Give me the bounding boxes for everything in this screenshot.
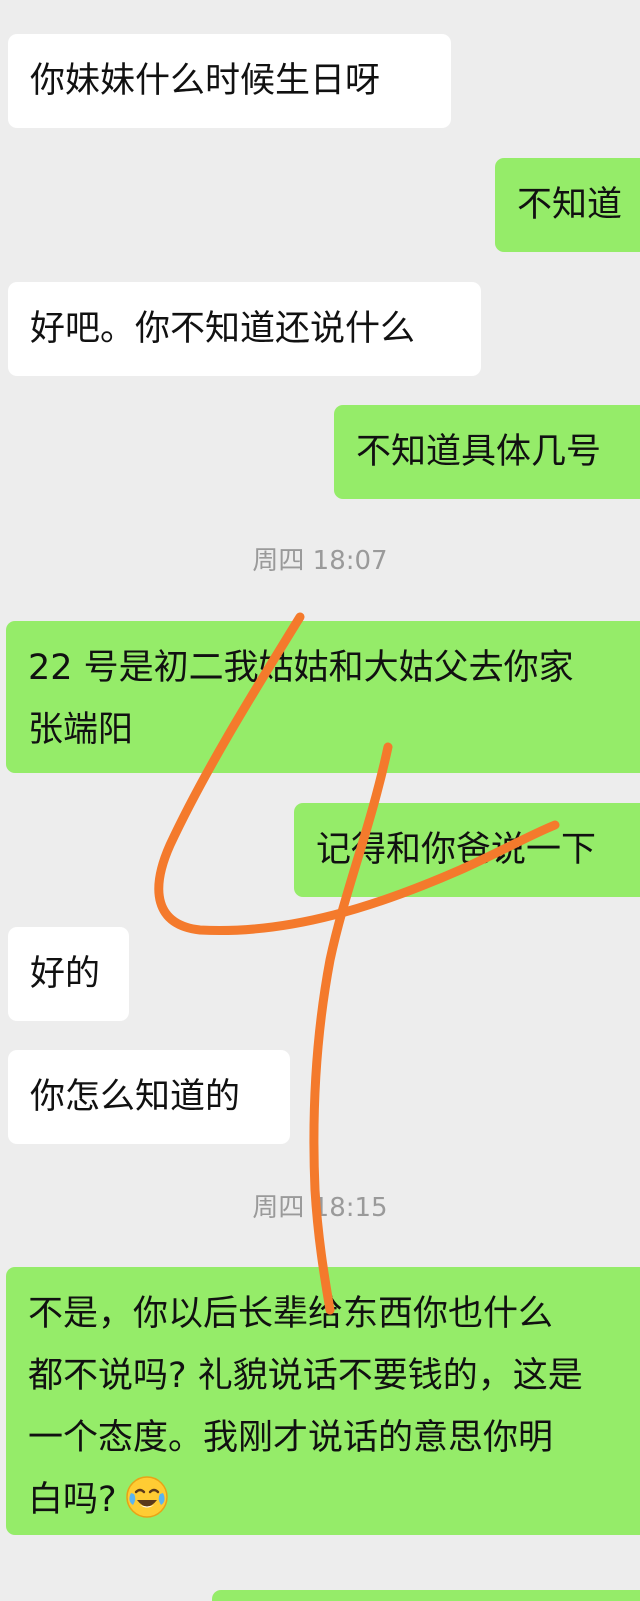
message-text: 白吗? (28, 1480, 117, 1520)
message-text: 好的 (30, 954, 101, 994)
message-text-line: 都不说吗? 礼貌说话不要钱的，这是 (28, 1356, 583, 1396)
message-bubble-outgoing[interactable]: 22 号是初二我姑姑和大姑父去你家 张端阳 (6, 621, 640, 773)
message-text-line: 白吗? (28, 1469, 634, 1531)
message-text-line: 一个态度。我刚才说话的意思你明 (28, 1418, 554, 1458)
message-text: 不知道 (517, 185, 623, 225)
message-text: 记得和你爸说一下 (316, 830, 597, 870)
timestamp: 周四 18:15 (252, 1193, 388, 1223)
message-bubble-incoming[interactable]: 好的 (8, 927, 129, 1021)
message-bubble-incoming[interactable]: 你怎么知道的 (8, 1050, 290, 1144)
message-text: 你妹妹什么时候生日呀 (30, 61, 381, 101)
message-text: 你怎么知道的 (30, 1077, 241, 1117)
message-bubble-outgoing[interactable]: 不知道 (495, 158, 640, 252)
face-with-tears-of-joy-icon (125, 1476, 168, 1518)
message-text-line: 22 号是初二我姑姑和大姑父去你家 (28, 648, 574, 688)
message-bubble-outgoing[interactable]: 不知道具体几号 (334, 405, 640, 499)
message-text-line: 张端阳 (28, 710, 134, 750)
message-bubble-incoming[interactable]: 好吧。你不知道还说什么 (8, 282, 481, 376)
message-bubble-outgoing[interactable]: 记得和你爸说一下 (294, 803, 640, 897)
message-text: 好吧。你不知道还说什么 (30, 309, 416, 349)
timestamp: 周四 18:07 (252, 546, 388, 576)
message-bubble-incoming[interactable]: 你妹妹什么时候生日呀 (8, 34, 451, 128)
chat-message-list[interactable]: 你妹妹什么时候生日呀 不知道 好吧。你不知道还说什么 不知道具体几号 周四 18… (0, 0, 640, 1601)
message-text-line: 不是，你以后长辈给东西你也什么 (28, 1294, 554, 1334)
message-bubble-outgoing[interactable]: 不是，你以后长辈给东西你也什么 都不说吗? 礼貌说话不要钱的，这是 一个态度。我… (6, 1267, 640, 1535)
message-bubble-outgoing-partial[interactable] (212, 1590, 640, 1601)
message-text: 不知道具体几号 (356, 432, 602, 472)
